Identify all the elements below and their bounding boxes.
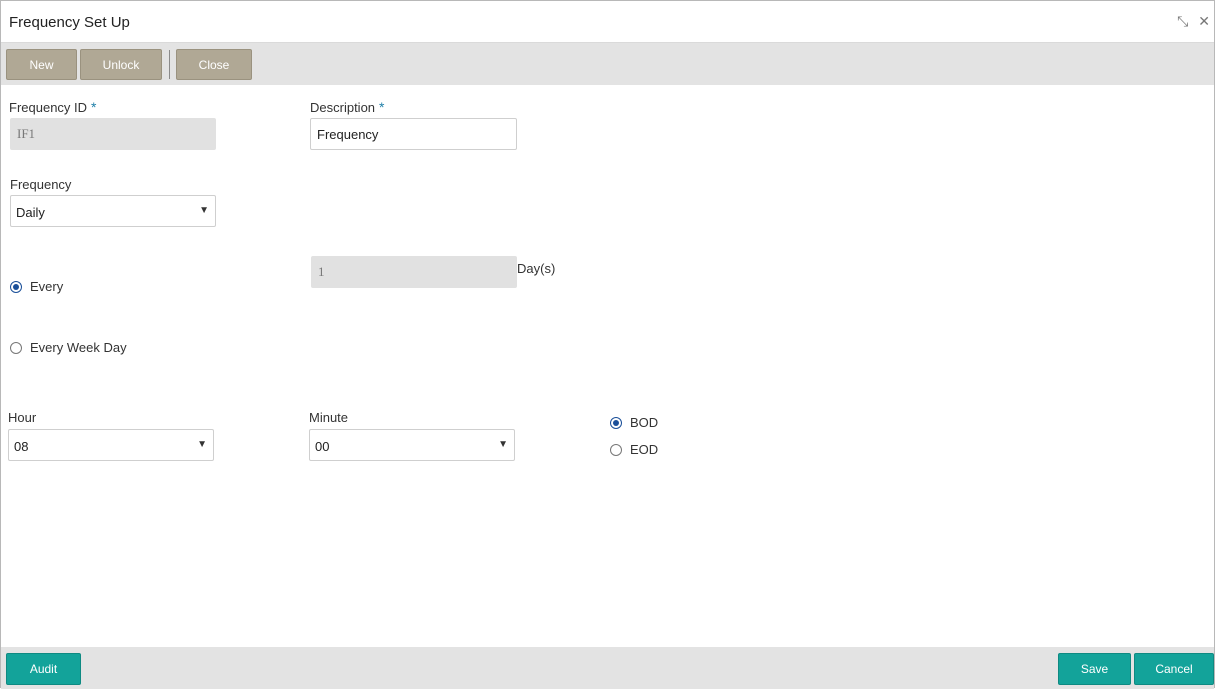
toolbar-separator (169, 50, 170, 79)
every-week-day-radio-option[interactable]: Every Week Day (10, 340, 127, 355)
required-indicator: * (91, 99, 97, 115)
new-button[interactable]: New (6, 49, 77, 80)
title-bar: Frequency Set Up ⤡ ✕ (1, 1, 1214, 43)
minute-label: Minute (309, 410, 349, 425)
hour-select-value: 08 (14, 439, 29, 454)
frequency-id-label: Frequency ID * (9, 99, 97, 115)
window-controls: ⤡ ✕ (1177, 13, 1210, 30)
dropdown-arrow-icon: ▼ (199, 205, 209, 216)
close-button[interactable]: Close (176, 49, 252, 80)
dropdown-arrow-icon: ▼ (197, 439, 207, 450)
hour-label: Hour (8, 410, 37, 425)
frequency-id-label-text: Frequency ID (9, 100, 88, 115)
window-title: Frequency Set Up (9, 14, 130, 31)
description-label: Description * (310, 99, 384, 115)
frequency-id-field[interactable] (10, 118, 216, 150)
hour-select[interactable]: 08 ▼ (8, 429, 214, 461)
frequency-select[interactable]: Daily ▼ (10, 195, 216, 227)
toolbar: New Unlock Close (1, 43, 1214, 85)
save-button[interactable]: Save (1058, 653, 1131, 685)
footer-bar: Audit Save Cancel (1, 647, 1214, 689)
collapse-icon[interactable]: ⤡ (1177, 13, 1188, 30)
eod-radio[interactable] (610, 443, 622, 456)
audit-button[interactable]: Audit (6, 653, 81, 685)
description-field[interactable] (310, 118, 517, 150)
minute-select[interactable]: 00 ▼ (309, 429, 515, 461)
every-radio[interactable] (10, 280, 22, 293)
unlock-button[interactable]: Unlock (80, 49, 162, 80)
every-days-field[interactable] (311, 256, 517, 288)
close-icon[interactable]: ✕ (1198, 13, 1210, 30)
eod-radio-option[interactable]: EOD (610, 442, 658, 457)
every-week-day-radio[interactable] (10, 341, 22, 354)
frequency-label: Frequency (10, 177, 72, 192)
every-week-day-radio-label: Every Week Day (30, 340, 127, 355)
frequency-setup-window: Frequency Set Up ⤡ ✕ New Unlock Close Fr… (0, 0, 1215, 689)
eod-radio-label: EOD (630, 442, 659, 457)
every-radio-option[interactable]: Every (10, 279, 63, 294)
minute-select-value: 00 (315, 439, 330, 454)
required-indicator: * (379, 99, 385, 115)
bod-radio-option[interactable]: BOD (610, 415, 658, 430)
description-label-text: Description (310, 100, 376, 115)
dropdown-arrow-icon: ▼ (498, 439, 508, 450)
every-radio-label: Every (30, 279, 64, 294)
days-unit-label: Day(s) (517, 261, 556, 276)
bod-radio-label: BOD (630, 415, 659, 430)
bod-radio[interactable] (610, 416, 622, 429)
cancel-button[interactable]: Cancel (1134, 653, 1214, 685)
frequency-select-value: Daily (16, 205, 45, 220)
